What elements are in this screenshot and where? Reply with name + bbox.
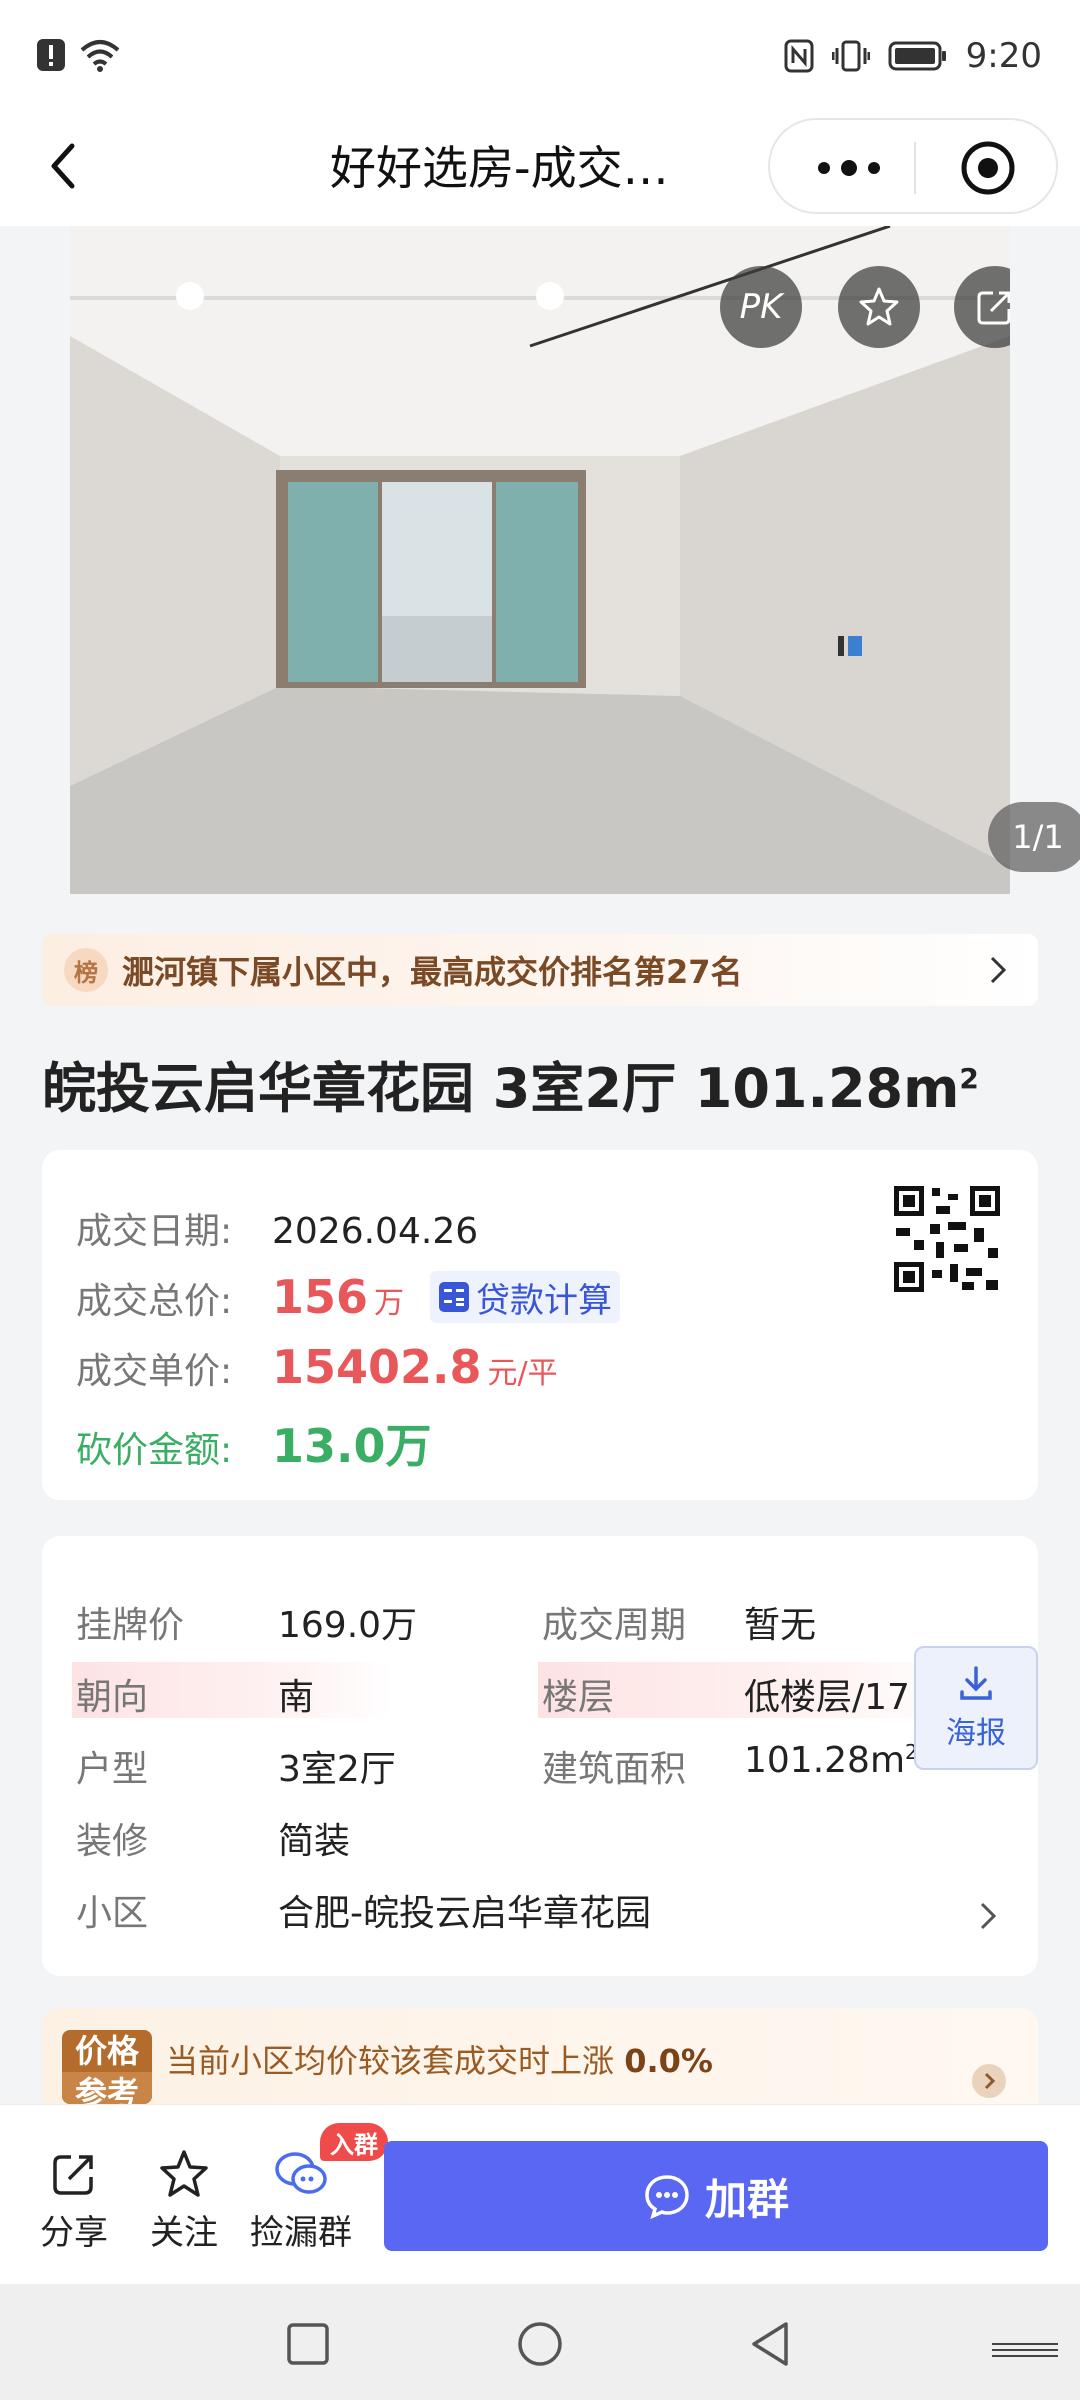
join-group-button[interactable]: 加群 [384,2141,1048,2251]
nfc-icon [784,39,814,73]
community-label: 小区 [76,1893,149,1934]
rank-banner[interactable]: 榜 淝河镇下属小区中，最高成交价排名第27名 [42,934,1038,1006]
price-reference-text: 当前小区均价较该套成交时上涨 0.0% [166,2042,713,2080]
back-icon[interactable] [36,136,96,196]
status-bar: 9:20 [0,0,1080,110]
status-time: 9:20 [965,36,1042,76]
price-reference-badge: 价格 参考 [62,2030,152,2104]
home-icon[interactable] [516,2320,564,2368]
nav-bar: 好好选房-成交… [0,110,1080,226]
layout-label: 户型 [76,1749,149,1790]
qr-code[interactable] [892,1184,1002,1294]
info-card: 挂牌价 169.0万 成交周期 暂无 朝向 南 楼层 低楼层/17 户型 3室2… [42,1536,1038,1976]
floor-label: 楼层 [542,1677,615,1718]
back-nav-icon[interactable] [748,2320,792,2368]
more-icon[interactable] [814,154,884,182]
decoration-value: 简装 [278,1821,351,1862]
deal-total-value: 156 [272,1270,369,1324]
layout-value: 3室2厅 [278,1749,396,1790]
floor-value: 低楼层/17 [744,1677,910,1718]
wifi-icon [80,40,120,72]
join-group-badge: 入群 [320,2123,388,2161]
deal-date-row: 成交日期: 2026.04.26 [76,1202,478,1254]
deal-card: 成交日期: 2026.04.26 成交总价: 156 万 贷款计算 成交单价: … [42,1150,1038,1500]
deal-cut-value: 13.0万 [272,1419,432,1473]
bottom-action-bar: 分享 关注 捡漏群 入群 加群 [0,2104,1080,2284]
group-label: 捡漏群 [250,2213,352,2253]
star-icon [859,287,899,326]
group-tab[interactable]: 捡漏群 [250,2149,352,2254]
deal-unit-price-value: 15402.8 [272,1340,482,1394]
decoration-label: 装修 [76,1821,149,1862]
mini-program-capsule [768,118,1058,214]
share-icon [53,2155,93,2195]
deal-cycle-value: 暂无 [744,1605,817,1646]
favorite-button[interactable] [838,266,920,348]
deal-total-unit: 万 [374,1286,405,1321]
deal-unit-price-row: 成交单价: 15402.8 元/平 [76,1340,558,1394]
calculator-icon [439,1282,470,1312]
poster-label: 海报 [946,1716,1006,1751]
deal-total-label: 成交总价: [76,1281,233,1322]
chevron-right-icon [990,956,1007,984]
rank-text: 淝河镇下属小区中，最高成交价排名第27名 [122,953,743,991]
loan-calculator-button[interactable]: 贷款计算 [430,1271,621,1323]
vibrate-icon [831,40,870,72]
dock-handle-icon[interactable] [990,2338,1060,2362]
download-icon [960,1666,992,1700]
share-tab[interactable]: 分享 [40,2149,108,2254]
chevron-right-icon [972,2064,1006,2098]
deal-cut-label: 砍价金额: [76,1430,233,1471]
follow-label: 关注 [150,2213,218,2253]
community-row[interactable]: 小区 合肥-皖投云启华章花园 [42,1876,1038,1956]
alert-icon [37,39,65,71]
area-label: 建筑面积 [542,1749,687,1790]
capsule-divider [914,142,916,194]
orientation-value: 南 [278,1677,315,1718]
price-reference-card[interactable]: 价格 参考 当前小区均价较该套成交时上涨 0.0% [42,2008,1038,2104]
deal-unit-price-unit: 元/平 [487,1356,558,1391]
system-navigation-bar [0,2284,1080,2400]
community-value: 合肥-皖投云启华章花园 [278,1893,651,1934]
deal-date-value: 2026.04.26 [272,1211,479,1252]
list-price-label: 挂牌价 [76,1605,185,1646]
deal-cycle-label: 成交周期 [542,1605,687,1646]
recent-apps-icon[interactable] [286,2322,330,2366]
rank-badge: 榜 [64,948,108,992]
orientation-label: 朝向 [76,1677,149,1718]
house-title: 皖投云启华章花园 3室2厅 101.28m2 [42,1057,979,1120]
deal-cut-row: 砍价金额: 13.0万 [76,1410,432,1476]
deal-unit-price-label: 成交单价: [76,1351,233,1392]
poster-button[interactable]: 海报 [914,1646,1038,1770]
loan-calculator-label: 贷款计算 [476,1280,613,1321]
area-value: 101.28m2 [744,1740,918,1781]
share-label: 分享 [40,2213,108,2253]
close-mini-program-icon[interactable] [960,140,1016,196]
join-group-label: 加群 [704,2174,789,2224]
star-icon [160,2150,208,2197]
pk-button[interactable]: PK [720,266,802,348]
battery-icon [888,41,946,71]
chevron-right-icon [980,1902,997,1930]
page-title: 好好选房-成交… [330,141,669,195]
deal-total-row: 成交总价: 156 万 贷款计算 [76,1270,621,1324]
list-price-value: 169.0万 [278,1605,418,1646]
follow-tab[interactable]: 关注 [150,2149,218,2254]
house-photo[interactable]: PK [70,226,1010,894]
share-icon [977,291,1010,325]
photo-counter: 1/1 [988,802,1080,872]
chat-icon [645,2175,689,2220]
deal-date-label: 成交日期: [76,1211,233,1252]
